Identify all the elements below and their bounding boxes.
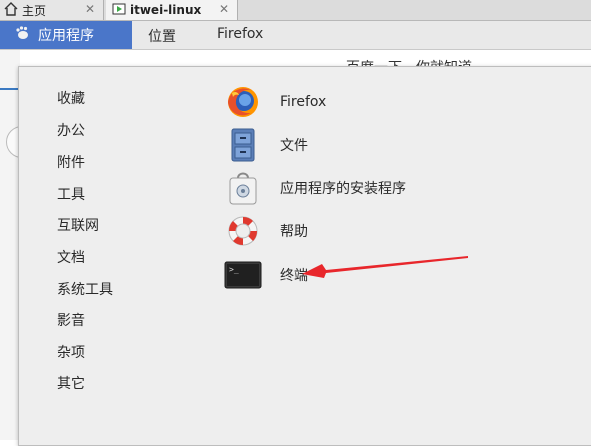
tab-vm-close-icon[interactable]: ✕ bbox=[219, 2, 229, 16]
applications-menu[interactable]: 应用程序 bbox=[0, 21, 132, 49]
app-terminal-label: 终端 bbox=[280, 268, 308, 284]
app-software-installer[interactable]: 应用程序的安装程序 bbox=[224, 170, 524, 206]
category-documents[interactable]: 文档 bbox=[57, 247, 85, 267]
tab-home-label: 主页 bbox=[22, 3, 47, 18]
category-office[interactable]: 办公 bbox=[57, 120, 85, 140]
applications-menu-label: 应用程序 bbox=[38, 28, 94, 44]
software-install-icon bbox=[224, 170, 262, 206]
firefox-menu[interactable]: Firefox bbox=[217, 26, 263, 42]
app-terminal[interactable]: >_ 终端 bbox=[224, 257, 524, 293]
gnome-top-bar: 应用程序 位置 Firefox bbox=[0, 21, 591, 50]
tab-home[interactable]: 主页 ✕ bbox=[0, 0, 104, 20]
category-utilities[interactable]: 工具 bbox=[57, 184, 85, 204]
vm-icon bbox=[112, 2, 126, 19]
firefox-icon bbox=[224, 84, 262, 120]
help-lifebuoy-icon bbox=[224, 213, 262, 249]
file-manager-icon bbox=[224, 127, 262, 163]
app-firefox[interactable]: Firefox bbox=[224, 84, 524, 120]
app-firefox-label: Firefox bbox=[280, 94, 327, 110]
applications-popup: 收藏 办公 附件 工具 互联网 文档 系统工具 影音 杂项 其它 Firefox bbox=[18, 66, 591, 446]
app-help[interactable]: 帮助 bbox=[224, 213, 524, 249]
app-help-label: 帮助 bbox=[280, 224, 308, 240]
tab-home-close-icon[interactable]: ✕ bbox=[85, 2, 95, 16]
browser-tab-strip: 主页 ✕ itwei-linux ✕ bbox=[0, 0, 591, 21]
category-sundry[interactable]: 杂项 bbox=[57, 342, 85, 362]
home-icon bbox=[4, 1, 18, 19]
category-internet[interactable]: 互联网 bbox=[57, 215, 99, 235]
category-sound-video[interactable]: 影音 bbox=[57, 310, 85, 330]
app-software-installer-label: 应用程序的安装程序 bbox=[280, 181, 406, 197]
app-files-label: 文件 bbox=[280, 138, 308, 154]
category-other[interactable]: 其它 bbox=[57, 373, 85, 393]
category-system-tools[interactable]: 系统工具 bbox=[57, 279, 113, 299]
gnome-foot-icon bbox=[14, 25, 30, 45]
places-menu[interactable]: 位置 bbox=[148, 26, 176, 46]
category-favorites[interactable]: 收藏 bbox=[57, 88, 85, 108]
tab-vm[interactable]: itwei-linux ✕ bbox=[106, 0, 238, 20]
tab-vm-label: itwei-linux bbox=[130, 3, 202, 17]
svg-text:>_: >_ bbox=[229, 265, 239, 274]
background-window-accent bbox=[0, 88, 20, 90]
background-window-edge bbox=[0, 50, 20, 440]
terminal-icon: >_ bbox=[224, 257, 262, 293]
category-accessories[interactable]: 附件 bbox=[57, 152, 85, 172]
app-files[interactable]: 文件 bbox=[224, 127, 524, 163]
